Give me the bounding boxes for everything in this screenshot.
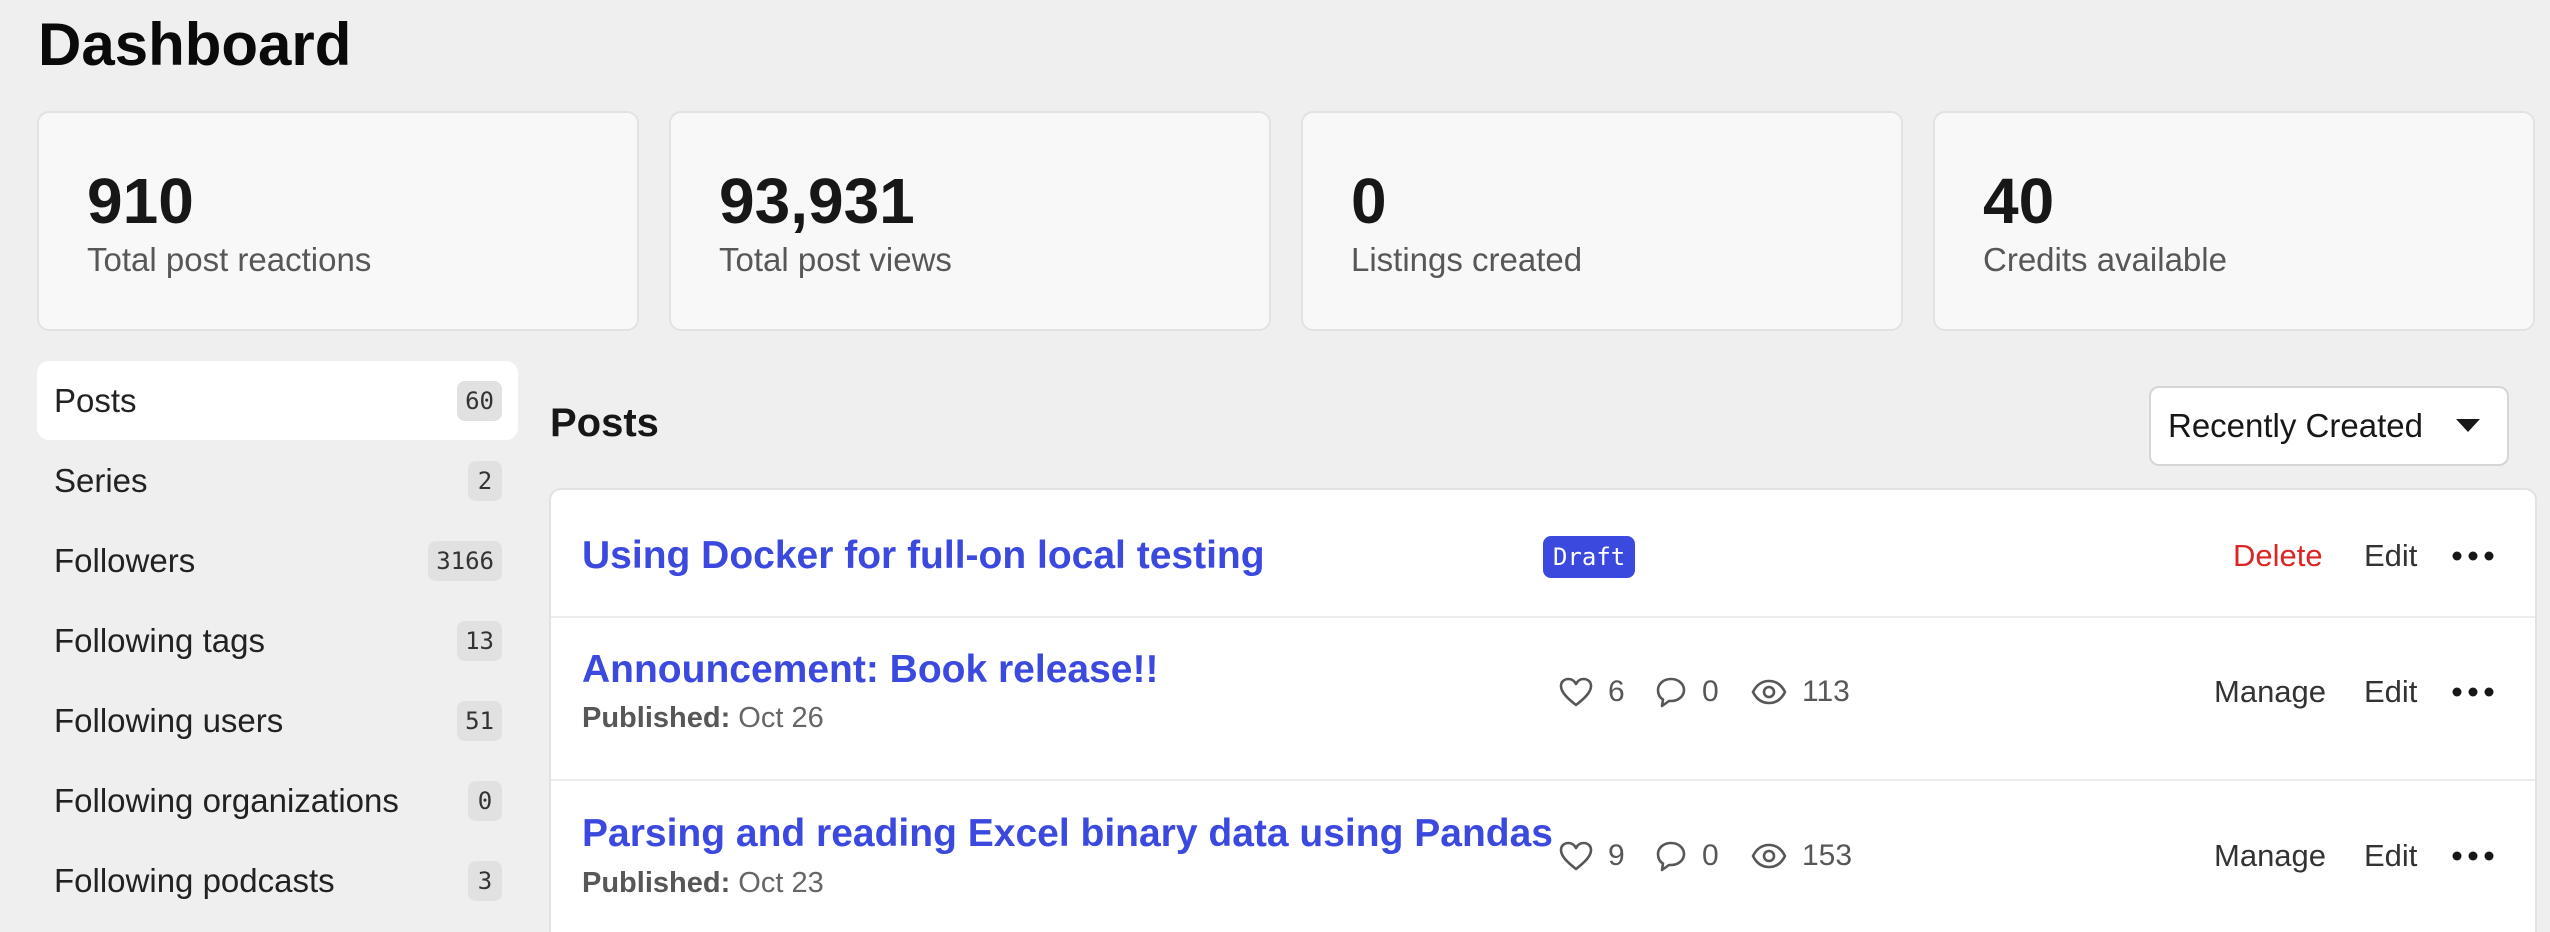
reactions-count: 9: [1608, 839, 1625, 872]
count-badge: 51: [457, 701, 502, 741]
page-title: Dashboard: [38, 11, 352, 78]
stat-card-listings: 0 Listings created: [1301, 111, 1903, 331]
stat-label: Listings created: [1351, 241, 1583, 278]
manage-button[interactable]: Manage: [2214, 672, 2326, 712]
eye-icon: [1751, 679, 1787, 705]
comments-stat: 0: [1655, 672, 1719, 712]
sidebar-item-following-podcasts[interactable]: Following podcasts 3: [37, 841, 518, 920]
sidebar-item-posts[interactable]: Posts 60: [37, 361, 518, 440]
reactions-stat: 9: [1559, 836, 1625, 876]
count-badge: 3166: [428, 541, 502, 581]
comments-count: 0: [1702, 839, 1719, 872]
edit-button[interactable]: Edit: [2364, 536, 2417, 576]
more-options-icon[interactable]: [2451, 536, 2495, 576]
sort-select[interactable]: Recently Created: [2149, 386, 2509, 466]
posts-list: Using Docker for full-on local testing D…: [549, 488, 2537, 932]
stat-value: 0: [1351, 165, 1387, 237]
manage-button[interactable]: Manage: [2214, 836, 2326, 876]
reactions-stat: 6: [1559, 672, 1625, 712]
sidebar-item-followers[interactable]: Followers 3166: [37, 521, 518, 600]
stat-label: Credits available: [1983, 241, 2227, 278]
stats-row: 910 Total post reactions 93,931 Total po…: [37, 111, 2537, 331]
delete-button[interactable]: Delete: [2233, 536, 2323, 576]
sidebar-item-label: Posts: [54, 382, 137, 419]
eye-icon: [1751, 843, 1787, 869]
edit-button[interactable]: Edit: [2364, 836, 2417, 876]
more-options-icon[interactable]: [2451, 672, 2495, 712]
published-label: Published:: [582, 702, 731, 734]
views-stat: 113: [1751, 672, 1850, 712]
sidebar-item-following-organizations[interactable]: Following organizations 0: [37, 761, 518, 840]
heart-icon: [1559, 677, 1593, 707]
stat-label: Total post views: [719, 241, 952, 278]
count-badge: 13: [457, 621, 502, 661]
published-date: Oct 23: [738, 867, 824, 899]
published-date: Oct 26: [738, 702, 824, 734]
views-stat: 153: [1751, 836, 1852, 876]
count-badge: 60: [457, 381, 502, 421]
comment-icon: [1656, 841, 1686, 872]
sidebar-item-following-tags[interactable]: Following tags 13: [37, 601, 518, 680]
sidebar-item-label: Followers: [54, 542, 196, 579]
post-row: Using Docker for full-on local testing D…: [551, 490, 2535, 618]
stat-value: 910: [87, 165, 194, 237]
draft-badge: Draft: [1543, 536, 1636, 578]
views-count: 153: [1802, 839, 1853, 872]
stat-value: 93,931: [719, 165, 915, 237]
count-badge: 0: [468, 781, 502, 821]
sidebar-item-following-users[interactable]: Following users 51: [37, 681, 518, 760]
sort-selected-value: Recently Created: [2168, 407, 2423, 444]
reactions-count: 6: [1608, 675, 1625, 708]
count-badge: 3: [468, 861, 502, 901]
post-title-link[interactable]: Parsing and reading Excel binary data us…: [582, 810, 1553, 858]
posts-heading: Posts: [550, 401, 659, 445]
more-options-icon[interactable]: [2451, 836, 2495, 876]
post-row: Announcement: Book release!! Published: …: [551, 618, 2535, 781]
published-label: Published:: [582, 867, 731, 899]
post-published-date: Published: Oct 23: [582, 865, 824, 901]
sidebar-item-label: Following podcasts: [54, 862, 335, 899]
stat-value: 40: [1983, 165, 2055, 237]
edit-button[interactable]: Edit: [2364, 672, 2417, 712]
caret-down-icon: [2456, 419, 2480, 432]
comments-stat: 0: [1655, 836, 1719, 876]
post-title-link[interactable]: Announcement: Book release!!: [582, 646, 1158, 694]
post-row: Parsing and reading Excel binary data us…: [551, 781, 2535, 932]
stat-card-credits: 40 Credits available: [1933, 111, 2535, 331]
heart-icon: [1559, 841, 1593, 871]
post-title-link[interactable]: Using Docker for full-on local testing: [582, 532, 1265, 580]
post-published-date: Published: Oct 26: [582, 700, 824, 736]
stat-card-views: 93,931 Total post views: [669, 111, 1271, 331]
stat-card-reactions: 910 Total post reactions: [37, 111, 639, 331]
stat-label: Total post reactions: [87, 241, 372, 278]
sidebar-item-label: Following users: [54, 702, 284, 739]
comment-icon: [1656, 677, 1686, 708]
sidebar-item-label: Series: [54, 462, 148, 499]
sidebar-item-series[interactable]: Series 2: [37, 441, 518, 520]
sidebar-item-label: Following tags: [54, 622, 265, 659]
sidebar-item-label: Following organizations: [54, 782, 399, 819]
views-count: 113: [1802, 675, 1850, 708]
count-badge: 2: [468, 461, 502, 501]
comments-count: 0: [1702, 675, 1719, 708]
